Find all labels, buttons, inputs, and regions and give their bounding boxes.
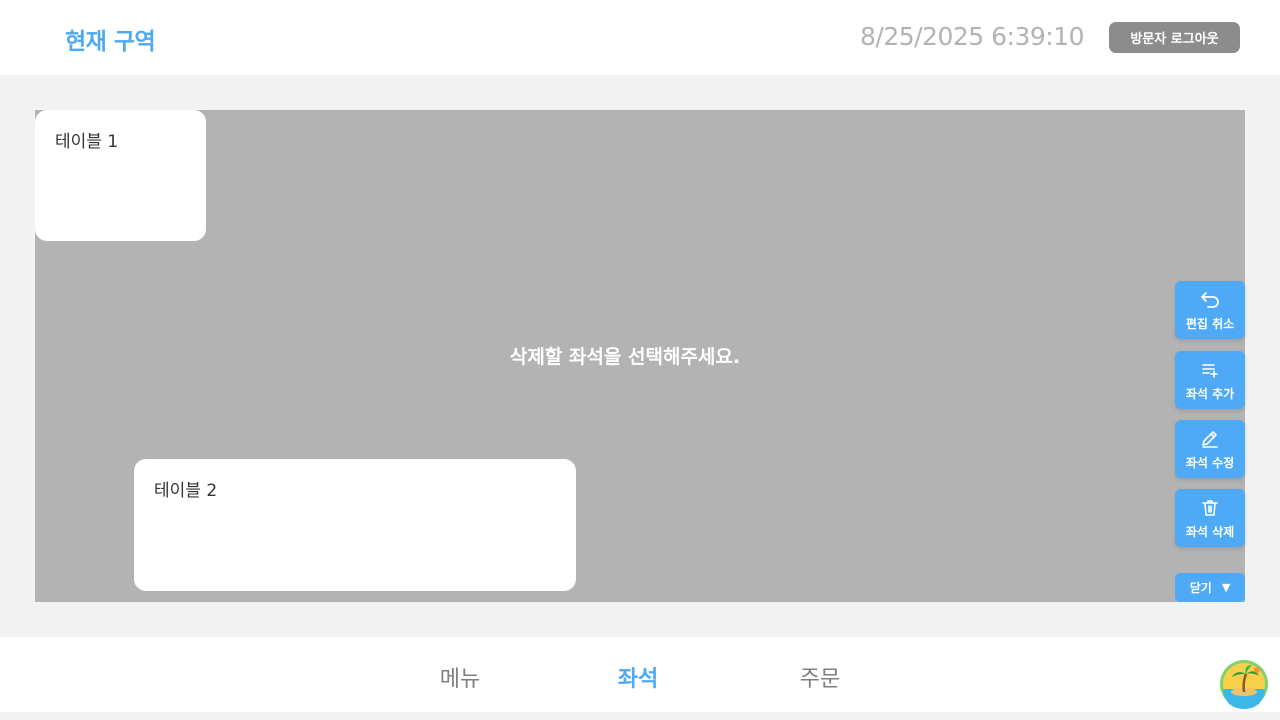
island-palm-icon [1220,660,1268,709]
edit-seat-button[interactable]: 좌석 수정 [1175,420,1245,478]
table-card[interactable]: 테이블 2 [134,459,576,591]
pencil-icon [1202,431,1218,448]
triangle-down-icon: ▼ [1221,581,1231,594]
delete-seat-label: 좌석 삭제 [1185,525,1235,539]
bottom-navigation: 메뉴 좌석 주문 [0,637,1280,712]
add-seat-label: 좌석 추가 [1185,387,1235,401]
trash-icon [1202,500,1218,516]
close-label: 닫기 [1189,581,1212,595]
visitor-logout-button[interactable]: 방문자 로그아웃 [1109,22,1240,53]
edit-seat-label: 좌석 수정 [1185,456,1235,470]
top-header: 현재 구역 8/25/2025 6:39:10 방문자 로그아웃 [0,0,1280,75]
cancel-edit-label: 편집 취소 [1185,317,1235,331]
delete-seat-button[interactable]: 좌석 삭제 [1175,489,1245,547]
cancel-edit-button[interactable]: 편집 취소 [1175,281,1245,339]
table-name: 테이블 2 [154,481,218,501]
list-add-icon [1202,364,1218,378]
undo-icon [1201,292,1219,308]
table-name: 테이블 1 [55,132,119,152]
table-card[interactable]: 테이블 1 [35,110,206,241]
tab-seat[interactable]: 좌석 [578,661,698,693]
seat-layout-canvas[interactable]: 테이블 1 삭제할 좌석을 선택해주세요. 테이블 2 [35,110,1245,602]
tab-menu[interactable]: 메뉴 [400,661,520,693]
close-toolbar-button[interactable]: 닫기 ▼ [1175,573,1245,602]
instruction-message: 삭제할 좌석을 선택해주세요. [509,346,741,368]
add-seat-button[interactable]: 좌석 추가 [1175,351,1245,409]
avatar[interactable] [1219,659,1269,709]
page-title: 현재 구역 [65,29,156,55]
datetime-display: 8/25/2025 6:39:10 [859,22,1085,51]
tab-order[interactable]: 주문 [760,661,880,693]
